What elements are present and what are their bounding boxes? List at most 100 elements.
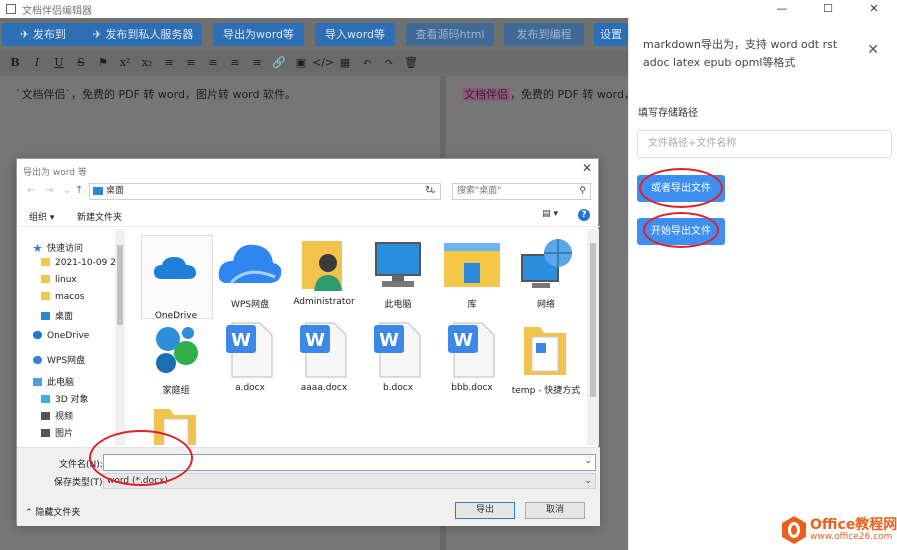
nav-3d-objects[interactable]: 3D 对象 — [41, 392, 89, 405]
link-icon[interactable]: 🔗 — [268, 56, 290, 69]
file-item[interactable]: 库 — [437, 235, 507, 310]
file-item[interactable]: OneDrive — [141, 235, 213, 321]
export-file-button[interactable]: 或者导出文件 — [637, 175, 725, 202]
file-item[interactable]: Administrator — [289, 235, 359, 307]
wps-doc-icon: W — [372, 321, 424, 379]
strikethrough-icon[interactable]: S — [70, 56, 92, 69]
forward-icon[interactable]: → — [45, 185, 53, 196]
dialog-close-icon[interactable]: ✕ — [582, 161, 592, 175]
help-icon[interactable]: ? — [578, 209, 590, 221]
underline-icon[interactable]: U — [48, 56, 70, 69]
nav-folder[interactable]: linux — [41, 275, 77, 285]
search-icon: ⚲ — [579, 186, 586, 196]
cloud-icon — [33, 356, 42, 364]
nav-scrollbar[interactable] — [115, 229, 125, 445]
export-description: markdown导出为，支持 word odt rst adoc latex e… — [643, 38, 838, 69]
superscript-icon[interactable]: x² — [114, 56, 136, 69]
star-icon — [33, 244, 42, 252]
panel-close-icon[interactable]: ✕ — [867, 42, 879, 58]
undo-icon[interactable]: ↶ — [356, 56, 378, 69]
hide-folders-toggle[interactable]: ⌃ 隐藏文件夹 — [25, 505, 80, 518]
dialog-title: 导出为 word 等 — [23, 168, 87, 178]
folder-icon — [41, 258, 50, 266]
bold-icon[interactable]: B — [4, 56, 26, 69]
file-item[interactable]: W a.docx — [215, 321, 285, 393]
subscript-icon[interactable]: x₂ — [136, 56, 158, 69]
align-left-icon[interactable]: ≡ — [158, 56, 180, 69]
start-export-button[interactable]: 开始导出文件 — [637, 218, 725, 245]
new-folder-button[interactable]: 新建文件夹 — [77, 210, 122, 223]
user-folder-icon — [298, 235, 350, 293]
shortcut-folder-icon — [520, 321, 572, 379]
nav-folder[interactable]: macos — [41, 292, 84, 302]
nav-folder[interactable]: 2021-10-09 21. — [41, 258, 124, 268]
italic-icon[interactable]: I — [26, 56, 48, 69]
file-list: OneDrive WPS网盘 Administrator 此电脑 库 网络 家庭… — [133, 231, 589, 445]
close-icon[interactable]: ✕ — [851, 0, 897, 18]
nav-pictures[interactable]: 图片 — [41, 426, 73, 439]
ordered-list-icon[interactable]: ≡ — [224, 56, 246, 69]
cancel-button[interactable]: 取消 — [525, 502, 585, 519]
organize-button[interactable]: 组织 ▾ — [29, 210, 54, 223]
nav-this-pc[interactable]: 此电脑 — [33, 375, 74, 388]
export-word-button[interactable]: 导出为word等 — [213, 23, 304, 46]
nav-desktop[interactable]: 桌面 — [41, 309, 73, 322]
refresh-icon[interactable]: ↻ — [425, 185, 433, 196]
office-logo-icon — [782, 516, 806, 544]
file-item[interactable]: WPS网盘 — [215, 235, 285, 310]
path-input[interactable]: 文件路径+文件名称 — [637, 130, 892, 158]
file-scroll-thumb[interactable] — [590, 243, 596, 397]
file-scrollbar[interactable] — [587, 229, 599, 445]
minimize-icon[interactable]: — — [759, 0, 805, 18]
align-center-icon[interactable]: ≡ — [180, 56, 202, 69]
trash-icon[interactable]: 🗑 — [400, 56, 422, 69]
computer-icon — [33, 378, 42, 386]
file-item[interactable]: 此电脑 — [363, 235, 433, 310]
filetype-select[interactable]: word (*.docx) ⌄ — [103, 473, 596, 489]
nav-quick-access[interactable]: 快速访问 — [33, 241, 83, 254]
table-icon[interactable]: ▦ — [334, 56, 356, 69]
search-input[interactable]: 搜索"桌面" ⚲ — [452, 183, 591, 200]
nav-videos[interactable]: 视频 — [41, 409, 73, 422]
filename-label: 文件名(N): — [59, 460, 103, 470]
nav-onedrive[interactable]: OneDrive — [33, 331, 89, 341]
filename-input[interactable]: ⌄ — [103, 454, 596, 471]
search-placeholder: 搜索"桌面" — [457, 186, 502, 196]
redo-icon[interactable]: ↷ — [378, 56, 400, 69]
save-button[interactable]: 导出 — [455, 502, 515, 519]
folder-icon — [150, 403, 202, 445]
code-icon[interactable]: </> — [312, 56, 334, 69]
filetype-label: 保存类型(T): — [54, 478, 106, 488]
file-item[interactable]: 网络 — [511, 235, 581, 310]
address-bar[interactable]: 桌面 ⌄ — [89, 183, 441, 200]
window-controls: — ☐ ✕ — [759, 0, 897, 18]
settings-button[interactable]: 设置 — [594, 23, 628, 46]
view-source-button[interactable]: 查看源码html — [406, 23, 494, 46]
chevron-down-icon[interactable]: ⌄ — [63, 185, 71, 196]
align-right-icon[interactable]: ≡ — [202, 56, 224, 69]
watermark-title: Office教程网 — [810, 517, 897, 533]
preview-line: 文档伴侣 ，免费的 PDF 转 word， — [462, 86, 635, 102]
file-item[interactable]: temp - 快捷方式 — [511, 321, 581, 396]
publish-button[interactable]: ✈ 发布到 — [2, 23, 84, 46]
file-item[interactable]: 家庭组 — [141, 321, 211, 396]
image-icon[interactable]: ▣ — [290, 56, 312, 69]
unordered-list-icon[interactable]: ≡ — [246, 56, 268, 69]
maximize-icon[interactable]: ☐ — [805, 0, 851, 18]
back-icon[interactable]: ← — [27, 185, 35, 196]
publish-code-button[interactable]: 发布到编程 — [504, 23, 584, 46]
library-icon — [444, 235, 500, 293]
bookmark-icon[interactable]: ⚑ — [92, 56, 114, 69]
file-item[interactable]: W b.docx — [363, 321, 433, 393]
main-toolbar: ✈ 发布到 ✈ 发布到私人服务器 导出为word等 导入word等 查看源码ht… — [0, 18, 628, 50]
file-item[interactable]: W bbb.docx — [437, 321, 507, 393]
up-icon[interactable]: ↑ — [75, 185, 83, 196]
chevron-down-icon[interactable]: ⌄ — [584, 456, 592, 466]
import-word-button[interactable]: 导入word等 — [315, 23, 395, 46]
nav-wps-cloud[interactable]: WPS网盘 — [33, 353, 85, 366]
file-item[interactable]: W aaaa.docx — [289, 321, 359, 393]
nav-scroll-thumb[interactable] — [117, 245, 123, 325]
file-item[interactable] — [141, 403, 211, 445]
view-options-icon[interactable]: ▤ ▾ — [542, 209, 558, 219]
publish-private-server-button[interactable]: ✈ 发布到私人服务器 — [84, 23, 202, 46]
